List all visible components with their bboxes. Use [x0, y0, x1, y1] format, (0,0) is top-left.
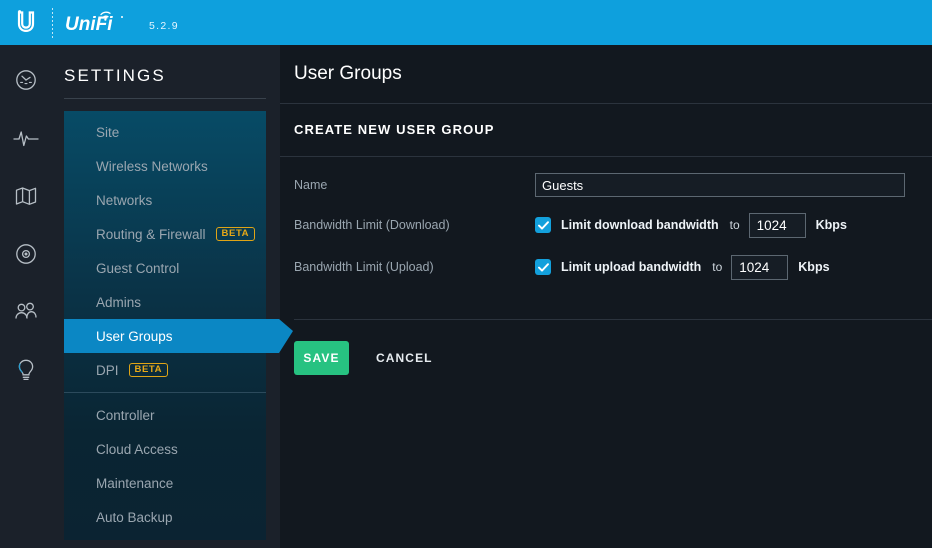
user-group-form: Name Bandwidth Limit (Download) Limit do…: [280, 165, 932, 287]
rail-item-dashboard[interactable]: [0, 61, 51, 99]
rail-item-devices[interactable]: [0, 235, 51, 273]
sidebar-item-label: Guest Control: [96, 260, 180, 276]
ubiquiti-u-logo-icon[interactable]: [0, 0, 52, 45]
section-divider: [280, 156, 932, 157]
settings-title: SETTINGS: [64, 66, 166, 85]
sidebar-item-label: Maintenance: [96, 475, 174, 491]
download-to-label: to: [729, 218, 740, 232]
main-content: User Groups CREATE NEW USER GROUP Name B…: [280, 45, 932, 548]
clients-people-icon: [13, 301, 39, 323]
sidebar-item-label: User Groups: [96, 328, 173, 344]
limit-upload-label: Limit upload bandwidth: [561, 260, 702, 274]
sidebar-item-wireless-networks[interactable]: Wireless Networks: [64, 149, 266, 183]
beta-badge: BETA: [215, 226, 256, 242]
rail-item-clients[interactable]: [0, 293, 51, 331]
sidebar-item-admins[interactable]: Admins: [64, 285, 266, 319]
sidebar-item-guest-control[interactable]: Guest Control: [64, 251, 266, 285]
download-label: Bandwidth Limit (Download): [294, 218, 450, 232]
sidebar-item-routing-firewall[interactable]: Routing & Firewall BETA: [64, 217, 266, 251]
beta-badge: BETA: [128, 362, 169, 378]
dashboard-gauge-icon: [14, 68, 38, 92]
rail-item-statistics[interactable]: [0, 119, 51, 157]
sidebar-item-cloud-access[interactable]: Cloud Access: [64, 432, 266, 466]
save-button[interactable]: SAVE: [294, 341, 349, 375]
page-title: User Groups: [294, 63, 402, 84]
upload-to-label: to: [712, 260, 723, 274]
sidebar-item-dpi[interactable]: DPI BETA: [64, 353, 266, 387]
download-unit-label: Kbps: [815, 218, 847, 232]
section-heading: CREATE NEW USER GROUP: [294, 122, 495, 137]
sidebar-item-controller[interactable]: Controller: [64, 398, 266, 432]
map-icon: [14, 185, 38, 207]
sidebar-item-user-groups[interactable]: User Groups: [64, 319, 293, 353]
name-label: Name: [294, 178, 328, 192]
sidebar-group-divider: [64, 392, 266, 393]
insights-bulb-icon: [15, 358, 37, 382]
sidebar-item-label: Site: [96, 124, 120, 140]
devices-target-icon: [14, 242, 38, 266]
top-bar: UniFi 5.2.9: [0, 0, 932, 45]
limit-upload-checkbox[interactable]: [535, 259, 551, 275]
version-label: 5.2.9: [149, 20, 179, 32]
sidebar-title-divider: [64, 98, 266, 99]
sidebar-item-label: Wireless Networks: [96, 158, 208, 174]
sidebar-item-label: Controller: [96, 407, 155, 423]
download-limit-input[interactable]: [748, 212, 806, 238]
upload-limit-input[interactable]: [731, 254, 789, 280]
sidebar-item-networks[interactable]: Networks: [64, 183, 266, 217]
sidebar-item-site[interactable]: Site: [64, 115, 266, 149]
form-row-upload: Bandwidth Limit (Upload) Limit upload ba…: [294, 247, 932, 287]
sidebar-item-label: Admins: [96, 294, 142, 310]
upload-label: Bandwidth Limit (Upload): [294, 260, 434, 274]
sidebar-item-label: Routing & Firewall: [96, 226, 206, 242]
settings-menu: Site Wireless Networks Networks Routing …: [64, 111, 293, 540]
form-row-download: Bandwidth Limit (Download) Limit downloa…: [294, 205, 932, 245]
sidebar-item-label: Networks: [96, 192, 153, 208]
form-row-name: Name: [294, 165, 932, 205]
svg-text:UniFi: UniFi: [65, 14, 113, 32]
statistics-pulse-icon: [12, 127, 39, 149]
name-input[interactable]: [535, 173, 905, 197]
form-actions: SAVE CANCEL: [280, 320, 932, 375]
sidebar-item-label: DPI: [96, 362, 119, 378]
cancel-button[interactable]: CANCEL: [376, 351, 433, 365]
unifi-controller-window: UniFi 5.2.9 SETTINGS Site Wireless Netwo…: [0, 0, 932, 548]
unifi-wordmark-icon: UniFi: [65, 0, 127, 45]
settings-sidebar: SETTINGS Site Wireless Networks Networks…: [51, 45, 293, 548]
sidebar-item-auto-backup[interactable]: Auto Backup: [64, 500, 266, 534]
logo-divider: [52, 7, 53, 38]
sidebar-item-label: Auto Backup: [96, 509, 173, 525]
upload-unit-label: Kbps: [798, 260, 830, 274]
limit-download-label: Limit download bandwidth: [561, 218, 719, 232]
rail-item-map[interactable]: [0, 177, 51, 215]
sidebar-item-label: Cloud Access: [96, 441, 178, 457]
icon-rail: [0, 45, 51, 548]
sidebar-item-maintenance[interactable]: Maintenance: [64, 466, 266, 500]
limit-download-checkbox[interactable]: [535, 217, 551, 233]
rail-item-insights[interactable]: [0, 351, 51, 389]
